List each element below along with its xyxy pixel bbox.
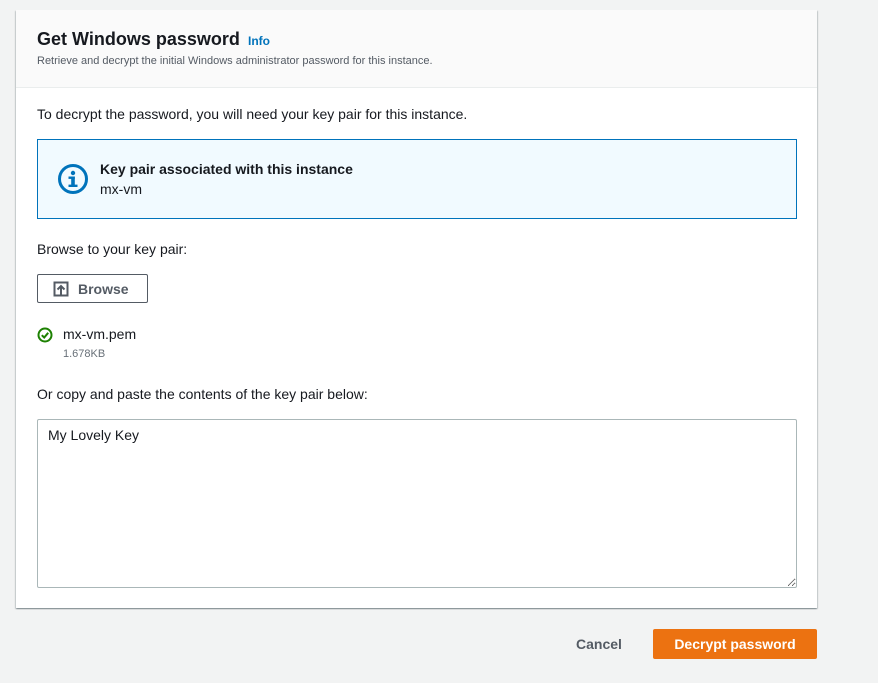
page-title: Get Windows password (37, 29, 240, 49)
browse-button[interactable]: Browse (37, 274, 148, 303)
page-description: Retrieve and decrypt the initial Windows… (37, 55, 433, 67)
check-circle-icon (37, 327, 53, 343)
panel-header: Get Windows password Info Retrieve and d… (16, 10, 817, 88)
alert-title: Key pair associated with this instance (100, 161, 353, 177)
info-circle-icon (58, 164, 88, 194)
selected-file-size: 1.678KB (63, 348, 106, 360)
browse-label: Browse to your key pair: (37, 241, 188, 257)
upload-icon (53, 281, 69, 297)
cancel-button[interactable]: Cancel (564, 629, 634, 659)
intro-text: To decrypt the password, you will need y… (37, 106, 468, 122)
decrypt-password-button[interactable]: Decrypt password (653, 629, 817, 659)
get-windows-password-panel: Get Windows password Info Retrieve and d… (16, 10, 817, 608)
key-pair-contents-textarea[interactable]: My Lovely Key (37, 419, 797, 588)
key-pair-info-alert: Key pair associated with this instance m… (37, 139, 797, 219)
info-link[interactable]: Info (248, 34, 270, 48)
browse-button-label: Browse (78, 281, 129, 297)
key-pair-name: mx-vm (100, 181, 142, 197)
paste-label: Or copy and paste the contents of the ke… (37, 386, 368, 402)
selected-file-name: mx-vm.pem (63, 326, 137, 342)
